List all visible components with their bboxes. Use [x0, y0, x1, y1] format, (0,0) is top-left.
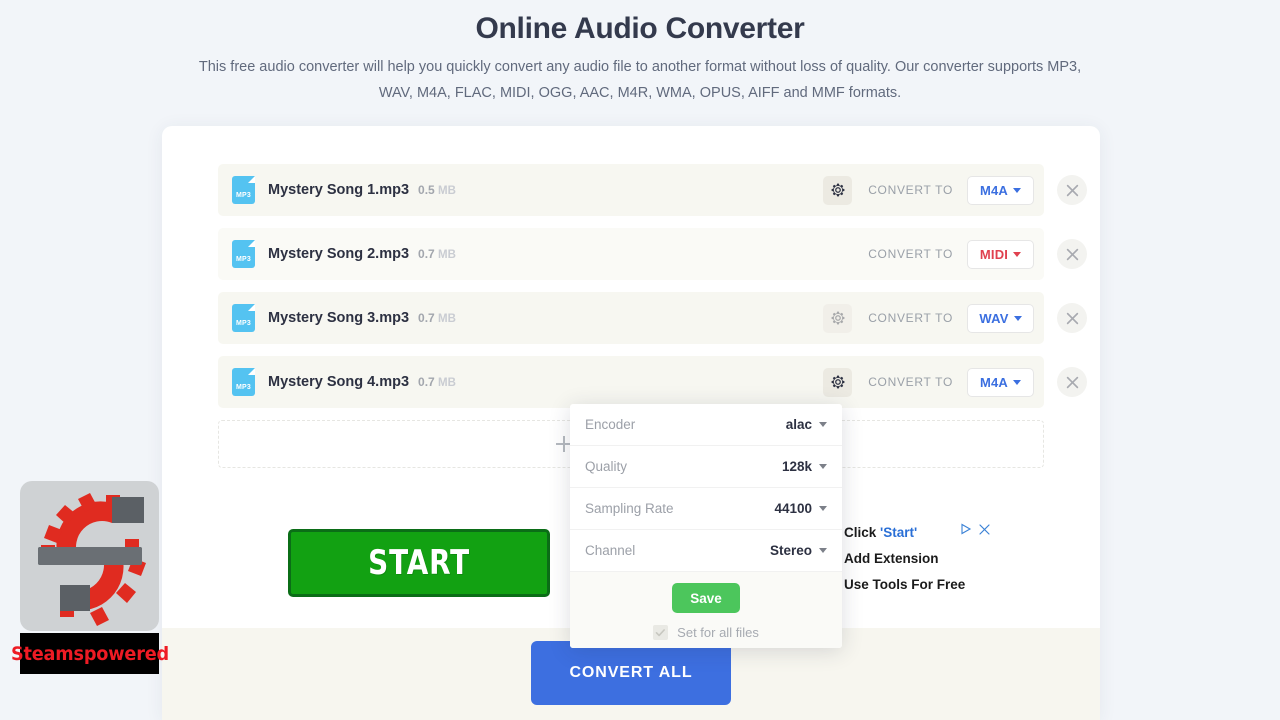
table-row[interactable]: MP3 Mystery Song 4.mp3 0.7 MB CONVERT TO…: [218, 356, 1087, 408]
mp3-icon-label: MP3: [236, 384, 251, 391]
convert-all-button[interactable]: CONVERT ALL: [531, 641, 731, 705]
setting-label: Channel: [585, 543, 636, 558]
settings-popup: Encoder alac Quality 128k Sampling Rate …: [570, 404, 842, 648]
file-size-value: 0.7: [418, 247, 435, 261]
convert-to-label: CONVERT TO: [868, 375, 953, 389]
promo-ad: Click 'Start' Add Extension Use Tools Fo…: [844, 520, 994, 598]
adchoices-controls[interactable]: [960, 522, 990, 540]
format-value: M4A: [979, 374, 1009, 390]
convert-to-label: CONVERT TO: [868, 247, 953, 261]
adchoices-triangle-icon[interactable]: [960, 522, 973, 540]
format-value: M4A: [979, 182, 1009, 198]
remove-file-button[interactable]: [1057, 303, 1087, 333]
chevron-down-icon: [819, 548, 827, 553]
remove-file-button[interactable]: [1057, 239, 1087, 269]
set-for-all-files-row[interactable]: Set for all files: [570, 625, 842, 640]
promo-line-1-prefix: Click: [844, 525, 881, 540]
gear-wrench-logo-icon: [20, 481, 159, 631]
file-name: Mystery Song 4.mp3: [268, 374, 410, 390]
remove-file-button[interactable]: [1057, 175, 1087, 205]
file-size: 0.7 MB: [418, 311, 456, 325]
file-size: 0.5 MB: [418, 183, 456, 197]
page-description: This free audio converter will help you …: [198, 59, 1082, 101]
setting-row-sampling-rate[interactable]: Sampling Rate 44100: [570, 488, 842, 530]
file-size-unit: MB: [438, 377, 456, 389]
row-controls: CONVERT TO M4A: [823, 367, 1034, 397]
setting-value-select[interactable]: 44100: [774, 501, 827, 516]
set-for-all-files-label: Set for all files: [677, 625, 759, 640]
chevron-down-icon: [1013, 315, 1022, 321]
format-value: WAV: [979, 310, 1009, 326]
convert-to-label: CONVERT TO: [868, 311, 953, 325]
setting-value-select[interactable]: 128k: [782, 459, 827, 474]
format-select[interactable]: WAV: [967, 303, 1034, 333]
promo-line-2: Add Extension: [844, 551, 939, 566]
format-select[interactable]: MIDI: [967, 239, 1034, 269]
file-size-unit: MB: [438, 249, 456, 261]
file-size-value: 0.7: [418, 311, 435, 325]
file-size-unit: MB: [438, 313, 456, 325]
remove-file-button[interactable]: [1057, 367, 1087, 397]
steamspowered-ad-label: Steamspowered: [10, 633, 169, 674]
table-row[interactable]: MP3 Mystery Song 2.mp3 0.7 MB CONVERT TO…: [218, 228, 1087, 280]
file-size-unit: MB: [438, 185, 456, 197]
format-select[interactable]: M4A: [967, 367, 1034, 397]
row-controls: CONVERT TO M4A: [823, 175, 1034, 205]
promo-line-1-highlight: 'Start': [880, 525, 918, 540]
page-title: Online Audio Converter: [475, 12, 805, 45]
file-name: Mystery Song 3.mp3: [268, 310, 410, 326]
gear-icon[interactable]: [823, 367, 853, 397]
file-size: 0.7 MB: [418, 247, 456, 261]
format-select[interactable]: M4A: [967, 175, 1034, 205]
file-size-value: 0.7: [418, 375, 435, 389]
gear-icon[interactable]: [823, 175, 853, 205]
setting-value-select[interactable]: alac: [786, 417, 827, 432]
setting-row-quality[interactable]: Quality 128k: [570, 446, 842, 488]
mp3-file-icon: MP3: [232, 176, 255, 204]
file-size-value: 0.5: [418, 183, 435, 197]
setting-value: alac: [785, 417, 812, 432]
promo-line-3: Use Tools For Free: [844, 577, 966, 592]
table-row[interactable]: MP3 Mystery Song 3.mp3 0.7 MB CONVERT TO…: [218, 292, 1087, 344]
setting-value: 44100: [774, 501, 812, 516]
chevron-down-icon: [1013, 379, 1022, 385]
chevron-down-icon: [1013, 187, 1022, 193]
start-ad-label: START: [368, 543, 470, 583]
mp3-file-icon: MP3: [232, 368, 255, 396]
chevron-down-icon: [819, 506, 827, 511]
file-name: Mystery Song 1.mp3: [268, 182, 410, 198]
file-name: Mystery Song 2.mp3: [268, 246, 410, 262]
setting-row-encoder[interactable]: Encoder alac: [570, 404, 842, 446]
chevron-down-icon: [819, 422, 827, 427]
mp3-icon-label: MP3: [236, 192, 251, 199]
row-controls: CONVERT TO WAV: [823, 303, 1034, 333]
setting-value-select[interactable]: Stereo: [770, 543, 827, 558]
table-row[interactable]: MP3 Mystery Song 1.mp3 0.5 MB CONVERT TO…: [218, 164, 1087, 216]
start-ad-button[interactable]: START: [288, 529, 550, 597]
set-for-all-files-checkbox[interactable]: [653, 625, 669, 640]
chevron-down-icon: [819, 464, 827, 469]
convert-to-label: CONVERT TO: [868, 183, 953, 197]
setting-label: Quality: [585, 459, 628, 474]
setting-row-channel[interactable]: Channel Stereo: [570, 530, 842, 572]
save-button[interactable]: Save: [672, 583, 740, 613]
mp3-file-icon: MP3: [232, 304, 255, 332]
file-size: 0.7 MB: [418, 375, 456, 389]
setting-label: Sampling Rate: [585, 501, 674, 516]
popup-footer: Save Set for all files: [570, 572, 842, 648]
format-value: MIDI: [979, 246, 1009, 262]
setting-value: 128k: [781, 459, 812, 474]
mp3-icon-label: MP3: [236, 320, 251, 327]
setting-value: Stereo: [769, 543, 812, 558]
chevron-down-icon: [1013, 251, 1022, 257]
row-controls: CONVERT TO MIDI: [868, 239, 1034, 269]
steamspowered-ad[interactable]: Steamspowered: [10, 481, 169, 674]
steamspowered-ad-name: Steamspowered: [10, 642, 169, 665]
mp3-icon-label: MP3: [236, 256, 251, 263]
gear-icon[interactable]: [823, 303, 853, 333]
mp3-file-icon: MP3: [232, 240, 255, 268]
setting-label: Encoder: [585, 417, 636, 432]
close-icon[interactable]: [979, 522, 990, 540]
